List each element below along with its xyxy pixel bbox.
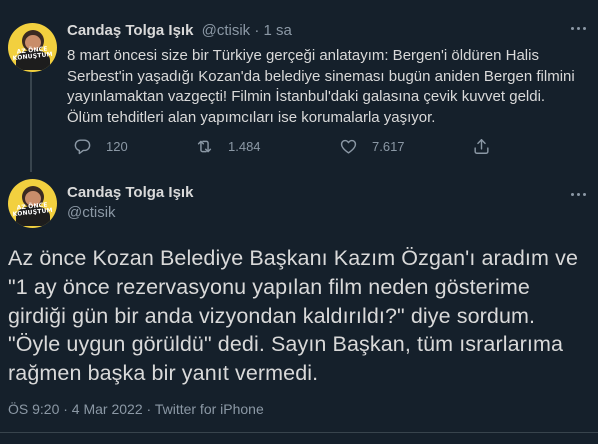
more-icon[interactable] [568, 18, 590, 38]
tweet-timestamp[interactable]: ÖS 9:20 · 4 Mar 2022 · Twitter for iPhon… [8, 401, 264, 417]
like-count: 7.617 [372, 138, 405, 154]
retweet-count: 1.484 [228, 138, 261, 154]
author-meta[interactable]: @ctisik · 1 sa [202, 22, 292, 39]
tweet-text: Az önce Kozan Belediye Başkanı Kazım Özg… [8, 246, 578, 386]
share-button[interactable] [472, 136, 491, 156]
share-icon [474, 138, 489, 154]
tweet-header: Candaş Tolga Işık @ctisik · 1 sa [67, 22, 292, 39]
author-handle[interactable]: @ctisik [67, 204, 116, 221]
divider [0, 432, 598, 433]
more-icon[interactable] [568, 184, 590, 204]
tweet-text: 8 mart öncesi size bir Türkiye gerçeği a… [67, 47, 575, 126]
retweet-button[interactable]: 1.484 [195, 136, 261, 156]
reply-count: 120 [106, 138, 128, 154]
avatar[interactable]: AZ ÖNCE KONUŞTUM [8, 23, 57, 72]
avatar[interactable]: AZ ÖNCE KONUŞTUM [8, 179, 57, 228]
author-name[interactable]: Candaş Tolga Işık [67, 22, 193, 39]
author-name[interactable]: Candaş Tolga Işık [67, 184, 193, 201]
tweet-actions: 120 1.484 7.617 [67, 136, 507, 156]
like-icon [340, 139, 357, 154]
tweet-thread: AZ ÖNCE KONUŞTUM Candaş Tolga Işık @ctis… [0, 0, 598, 444]
thread-line [30, 72, 32, 172]
reply-button[interactable]: 120 [73, 136, 128, 156]
retweet-icon [197, 140, 212, 152]
like-button[interactable]: 7.617 [339, 136, 405, 156]
reply-icon [74, 138, 91, 154]
